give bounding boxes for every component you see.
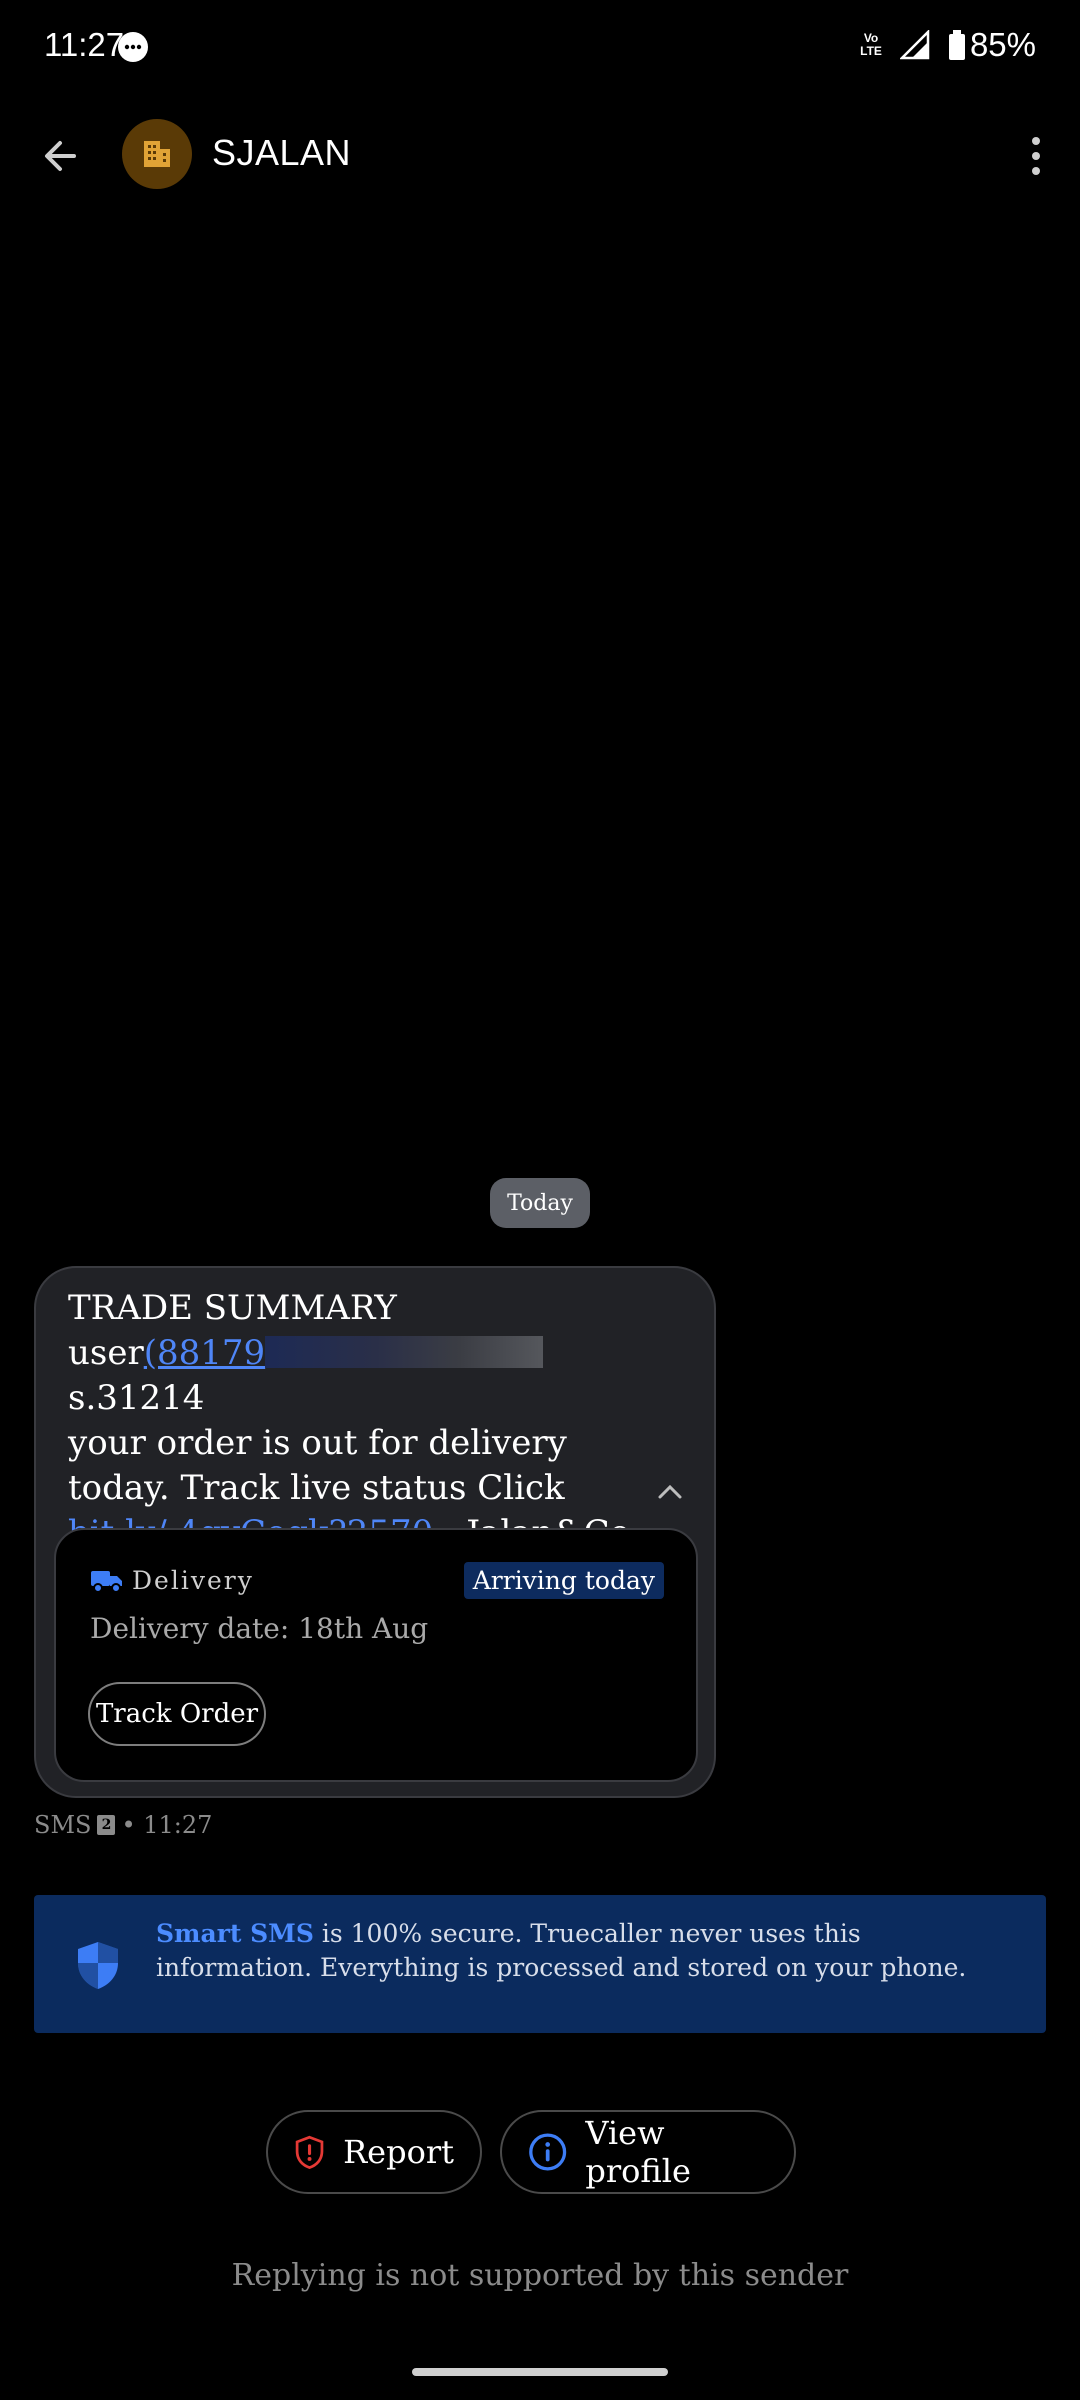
home-indicator[interactable] (412, 2368, 668, 2376)
message-type: SMS (34, 1811, 92, 1839)
avatar[interactable] (122, 119, 192, 189)
message-user-prefix: user (68, 1333, 144, 1373)
message-meta: SMS 2 • 11:27 (34, 1811, 212, 1839)
chevron-up-icon[interactable] (652, 1474, 688, 1510)
conversation-header: SJALAN (0, 110, 1080, 220)
sim-icon: 2 (97, 1815, 116, 1835)
message-notification-icon (118, 32, 148, 62)
track-order-button[interactable]: Track Order (88, 1682, 266, 1746)
phone-link[interactable]: (88179 (144, 1333, 265, 1373)
view-profile-label: View profile (585, 2114, 691, 2190)
message-bubble[interactable]: TRADE SUMMARY user(88179 s.31214 your ord… (34, 1266, 716, 1798)
back-arrow-icon[interactable] (34, 130, 86, 182)
info-icon (529, 2133, 567, 2171)
truck-icon (91, 1570, 122, 1593)
shield-icon (78, 1942, 118, 1989)
report-label: Report (343, 2133, 454, 2171)
building-icon (144, 141, 170, 167)
banner-text: Smart SMS is 100% secure. Truecaller nev… (156, 1917, 1016, 1985)
message-line-title: TRADE SUMMARY (68, 1288, 397, 1328)
view-profile-button[interactable]: View profile (500, 2110, 796, 2194)
report-button[interactable]: Report (266, 2110, 482, 2194)
message-body: your order is out for delivery today. Tr… (68, 1423, 567, 1508)
date-divider: Today (490, 1178, 590, 1228)
delivery-date: Delivery date: 18th Aug (90, 1612, 429, 1645)
volte-icon: Vo LTE (860, 31, 882, 58)
more-options-icon[interactable] (1012, 128, 1060, 184)
smart-sms-link[interactable]: Smart SMS (156, 1919, 314, 1948)
message-time: • 11:27 (121, 1811, 213, 1839)
message-user-suffix: s.31214 (68, 1378, 205, 1418)
signal-icon (899, 30, 930, 60)
smart-sms-banner: Smart SMS is 100% secure. Truecaller nev… (34, 1895, 1046, 2033)
contact-name[interactable]: SJALAN (212, 132, 351, 174)
delivery-label: Delivery (132, 1566, 254, 1595)
status-badge: Arriving today (463, 1562, 664, 1599)
battery-percentage: 85% (969, 26, 1036, 63)
status-time: 11:27 (44, 26, 125, 63)
delivery-card: Delivery Arriving today Delivery date: 1… (54, 1528, 698, 1782)
redacted-block (265, 1336, 544, 1368)
status-bar: 11:27 Vo LTE 85% (0, 0, 1080, 96)
battery-icon (948, 30, 965, 60)
reply-not-supported-note: Replying is not supported by this sender (231, 2258, 849, 2293)
message-text: TRADE SUMMARY user(88179 s.31214 your ord… (68, 1286, 668, 1556)
report-shield-icon (295, 2135, 324, 2169)
